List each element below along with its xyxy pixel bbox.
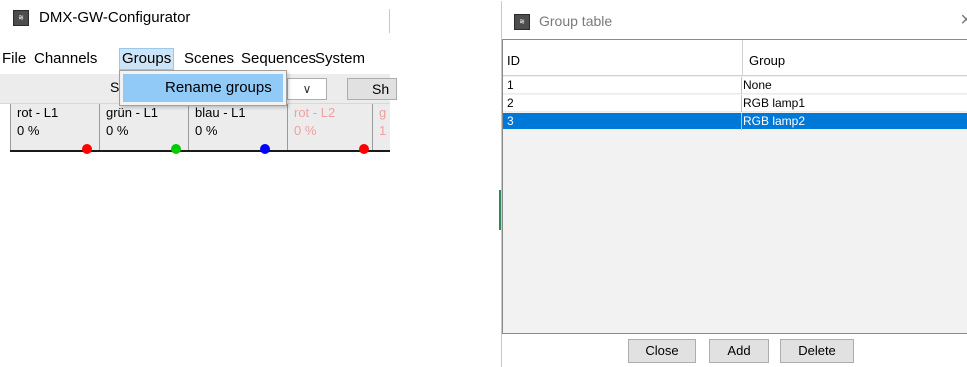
column-divider [741, 95, 742, 112]
channel-color-dot [260, 144, 270, 154]
channel-tile[interactable]: blau - L1 0 % [188, 104, 272, 154]
cell-group: None [743, 78, 772, 92]
channel-name: rot - L2 [294, 105, 336, 120]
group-table-dialog: ≋ Group table × ID Group 1 None 2 RGB la… [501, 1, 967, 367]
channel-tile[interactable]: grün - L1 0 % [99, 104, 183, 154]
channel-name: g [379, 105, 387, 120]
toolbar-combo[interactable]: ∨ [287, 78, 327, 100]
menu-channels[interactable]: Channels [34, 48, 97, 70]
close-button[interactable]: Close [628, 339, 696, 363]
dmx-app-icon: ≋ [514, 14, 530, 30]
chevron-down-icon: ∨ [302, 82, 312, 96]
table-header: ID Group [503, 40, 967, 76]
channel-color-dot [171, 144, 181, 154]
cell-group: RGB lamp1 [743, 96, 806, 110]
main-titlebar: ≋ DMX-GW-Configurator [0, 0, 390, 38]
channel-color-dot [359, 144, 369, 154]
menu-sequences[interactable]: Sequences [241, 48, 316, 70]
cell-id: 2 [507, 96, 514, 110]
channel-name: blau - L1 [195, 105, 246, 120]
channel-tile[interactable]: rot - L1 0 % [10, 104, 94, 154]
cell-id: 1 [507, 78, 514, 92]
channel-value: 0 % [106, 123, 129, 138]
add-button[interactable]: Add [709, 339, 769, 363]
channel-tile[interactable]: rot - L2 0 % [287, 104, 371, 154]
menu-groups[interactable]: Groups [119, 48, 175, 70]
table-row[interactable]: 2 RGB lamp1 [503, 95, 967, 112]
menu-system[interactable]: System [315, 48, 365, 70]
menu-item-rename-groups[interactable]: Rename groups [123, 74, 283, 102]
channel-strip: rot - L1 0 % grün - L1 0 % blau - L1 0 %… [10, 104, 390, 154]
window-edge [386, 9, 390, 33]
channel-tile[interactable]: g 1 [372, 104, 390, 150]
column-header-group[interactable]: Group [742, 40, 967, 75]
channel-value: 0 % [294, 123, 317, 138]
table-row[interactable]: 1 None [503, 77, 967, 94]
channel-color-dot [82, 144, 92, 154]
dialog-titlebar: ≋ Group table × [502, 1, 967, 39]
table-row-selected[interactable]: 3 RGB lamp2 [503, 113, 967, 130]
delete-button[interactable]: Delete [780, 339, 854, 363]
window-title: DMX-GW-Configurator [39, 9, 191, 26]
groups-dropdown-menu: Rename groups [119, 70, 287, 106]
channel-value: 1 [379, 123, 387, 138]
channel-name: rot - L1 [17, 105, 59, 120]
toolbar-button-fragment[interactable]: S [110, 79, 119, 95]
close-icon[interactable]: × [960, 9, 967, 32]
menubar: File Channels Groups Scenes Sequences Sy… [0, 48, 390, 70]
dmx-app-icon: ≋ [13, 10, 29, 26]
channel-value: 0 % [195, 123, 218, 138]
menu-scenes[interactable]: Scenes [184, 48, 234, 70]
column-divider [741, 113, 742, 130]
toolbar-button[interactable]: Sh [347, 78, 397, 100]
main-window: ≋ DMX-GW-Configurator File Channels Grou… [0, 0, 397, 160]
menu-file[interactable]: File [2, 48, 26, 70]
group-table: ID Group 1 None 2 RGB lamp1 3 RGB lamp2 [502, 39, 967, 334]
channel-name: grün - L1 [106, 105, 159, 120]
column-header-id[interactable]: ID [507, 40, 520, 75]
dialog-title: Group table [539, 13, 613, 29]
channel-value: 0 % [17, 123, 40, 138]
cell-group: RGB lamp2 [743, 114, 806, 128]
column-divider [741, 77, 742, 94]
cell-id: 3 [507, 114, 514, 128]
